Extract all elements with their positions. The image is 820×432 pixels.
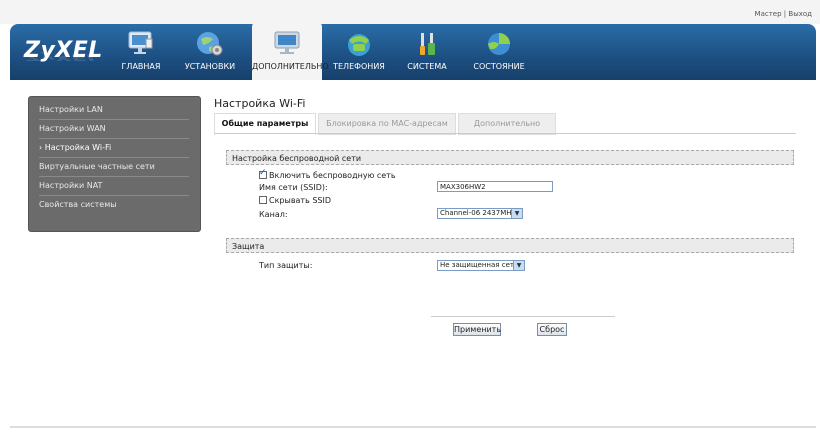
monitor-advanced-icon [272,30,302,58]
tab-general[interactable]: Общие параметры [214,113,316,135]
hide-ssid-label: Скрывать SSID [269,196,332,205]
nav-system[interactable]: СИСТЕМА [402,24,452,80]
nav-telephony-label: ТЕЛЕФОНИЯ [333,62,385,71]
buttons-divider [431,316,615,317]
sidebar-item-wan[interactable]: Настройки WAN [39,120,189,139]
status-globe-icon [484,30,514,58]
sidebar-item-vpn[interactable]: Виртуальные частные сети [39,158,189,177]
sidebar-item-wifi[interactable]: › Настройка Wi-Fi [39,139,189,158]
nav-settings-label: УСТАНОВКИ [184,62,236,71]
hide-ssid-checkbox[interactable] [259,196,267,204]
nav-home[interactable]: ГЛАВНАЯ [116,24,166,80]
nav-advanced-label: ДОПОЛНИТЕЛЬНО [252,62,329,71]
phone-icon [344,30,374,58]
logout-link[interactable]: Выход [788,10,812,18]
monitor-home-icon [126,30,156,58]
page-bottom-border [10,426,816,428]
ssid-label: Имя сети (SSID): [259,183,328,192]
enable-wireless-checkbox[interactable] [259,168,267,179]
security-section-header: Защита [226,238,794,253]
nav-settings[interactable]: УСТАНОВКИ [180,24,240,80]
channel-label: Канал: [259,210,288,219]
tools-icon [412,30,442,58]
nav-status[interactable]: СОСТОЯНИЕ [468,24,530,80]
enable-wireless-label: Включить беспроводную сеть [269,171,396,180]
ssid-input[interactable]: MAX306HW2 [437,181,553,192]
sidebar-item-lan[interactable]: Настройки LAN [39,101,189,120]
page-title: Настройка Wi-Fi [214,97,306,110]
apply-button[interactable]: Применить [453,323,501,336]
globe-settings-icon [195,30,225,58]
sidebar: Настройки LAN Настройки WAN › Настройка … [28,96,201,232]
wizard-link[interactable]: Мастер [755,10,782,18]
link-separator: | [783,10,787,18]
sidebar-item-system-properties[interactable]: Свойства системы [39,196,189,214]
top-links: Мастер | Выход [755,10,812,18]
security-type-select[interactable]: Не защищенная сеть ▼ [437,260,525,271]
main-area: Настройки LAN Настройки WAN › Настройка … [10,80,816,426]
chevron-down-icon: ▼ [511,209,522,218]
nav-advanced[interactable]: ДОПОЛНИТЕЛЬНО [252,21,329,80]
nav-telephony[interactable]: ТЕЛЕФОНИЯ [328,24,390,80]
header-bar: ZyXEL ZyXEL ГЛАВНАЯ УСТАНОВКИ ДОПОЛНИТЕЛ… [10,21,816,80]
nav-home-label: ГЛАВНАЯ [121,62,161,71]
channel-select[interactable]: Channel-06 2437MHz ▼ [437,208,523,219]
nav-system-label: СИСТЕМА [407,62,447,71]
channel-select-value: Channel-06 2437MHz [440,209,516,217]
nav-status-label: СОСТОЯНИЕ [473,62,525,71]
tab-divider [214,133,796,134]
security-type-select-value: Не защищенная сеть [440,261,519,269]
sidebar-item-nat[interactable]: Настройки NAT [39,177,189,196]
tab-advanced[interactable]: Дополнительно [458,113,556,135]
reset-button[interactable]: Сброс [537,323,567,336]
top-bar: Мастер | Выход [0,0,820,24]
security-type-label: Тип защиты: [259,261,313,270]
tab-mac-blocking[interactable]: Блокировка по MAC-адресам [318,113,456,135]
wireless-section-header: Настройка беспроводной сети [226,150,794,165]
tab-bar: Общие параметры Блокировка по MAC-адреса… [214,113,796,135]
logo-reflection: ZyXEL [24,52,101,62]
chevron-down-icon: ▼ [513,261,524,270]
